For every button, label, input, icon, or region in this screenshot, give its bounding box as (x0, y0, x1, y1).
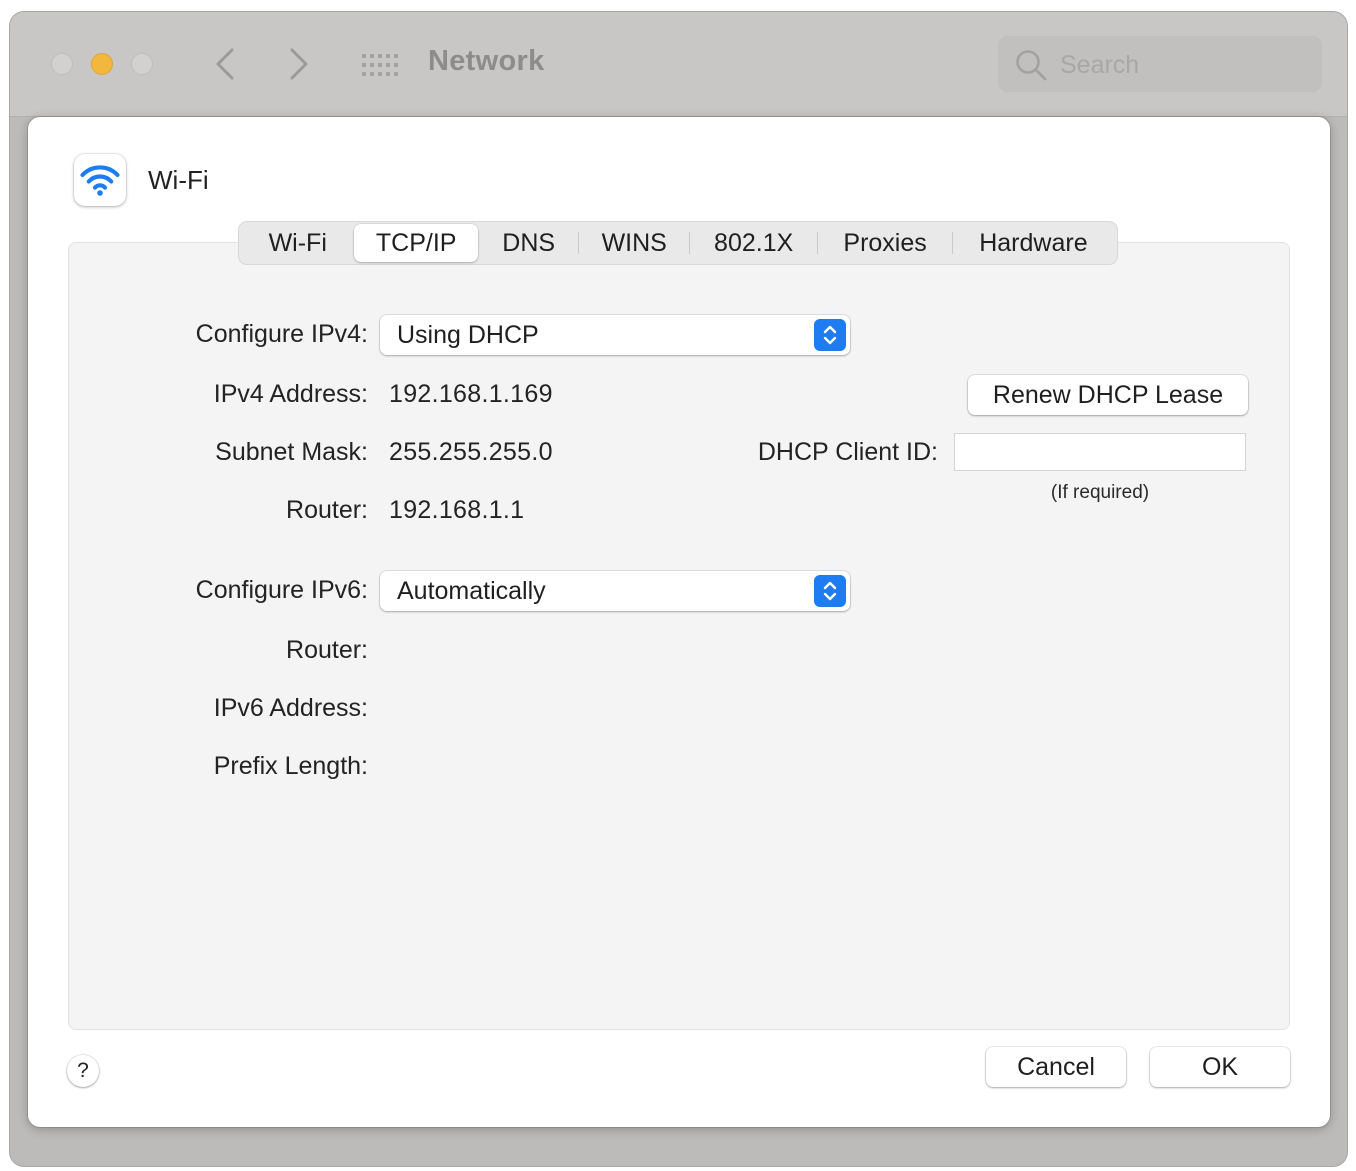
configure-ipv6-popup[interactable]: Automatically (380, 571, 850, 611)
configure-ipv6-value: Automatically (397, 577, 546, 605)
search-placeholder: Search (1060, 51, 1140, 79)
show-all-grid-icon[interactable] (360, 52, 400, 78)
tab-802-1x[interactable]: 802.1X (690, 224, 817, 262)
minimize-window-button[interactable] (91, 53, 113, 75)
search-field[interactable]: Search (998, 36, 1322, 92)
ok-button[interactable]: OK (1150, 1047, 1290, 1087)
ipv4-router-label: Router: (286, 496, 368, 524)
renew-dhcp-lease-button[interactable]: Renew DHCP Lease (968, 375, 1248, 415)
service-name: Wi-Fi (148, 165, 209, 195)
dhcp-client-id-label: DHCP Client ID: (757, 438, 938, 466)
subnet-mask-label: Subnet Mask: (215, 438, 368, 466)
configure-ipv4-popup[interactable]: Using DHCP (380, 315, 850, 355)
dhcp-client-id-field[interactable] (954, 433, 1246, 471)
title-bar: Network Search (10, 12, 1347, 117)
forward-chevron-icon[interactable] (284, 46, 314, 82)
close-window-button[interactable] (51, 53, 73, 75)
configure-ipv6-label: Configure IPv6: (195, 576, 368, 604)
settings-tab-bar: Wi-Fi TCP/IP DNS WINS 802.1X Proxies Hardware (238, 221, 1118, 265)
ipv4-router-value: 192.168.1.1 (389, 496, 525, 524)
if-required-hint: (If required) (1050, 482, 1150, 503)
tab-wi-fi[interactable]: Wi-Fi (242, 224, 353, 262)
ipv4-address-label: IPv4 Address: (213, 380, 368, 408)
cancel-button[interactable]: Cancel (986, 1047, 1126, 1087)
help-button[interactable]: ? (67, 1055, 99, 1087)
updown-chevron-icon (814, 319, 846, 351)
tab-wins[interactable]: WINS (579, 224, 689, 262)
configure-ipv4-value: Using DHCP (397, 321, 539, 349)
ipv6-address-label: IPv6 Address: (213, 694, 368, 722)
configure-ipv4-label: Configure IPv4: (195, 320, 368, 348)
tab-proxies[interactable]: Proxies (818, 224, 951, 262)
updown-chevron-icon (814, 575, 846, 607)
ipv6-router-label: Router: (286, 636, 368, 664)
advanced-settings-sheet: Wi-Fi Wi-Fi TCP/IP DNS WINS 802.1X Proxies Har… (28, 117, 1330, 1127)
search-icon (1014, 48, 1048, 82)
zoom-window-button[interactable] (131, 53, 153, 75)
tab-dns[interactable]: DNS (479, 224, 579, 262)
back-chevron-icon[interactable] (210, 46, 240, 82)
prefix-length-label: Prefix Length: (213, 752, 368, 780)
tab-hardware[interactable]: Hardware (953, 224, 1114, 262)
window-title: Network (428, 45, 545, 77)
ipv4-address-value: 192.168.1.169 (389, 380, 553, 408)
wifi-icon (74, 154, 126, 206)
tab-tcp-ip[interactable]: TCP/IP (354, 224, 478, 262)
subnet-mask-value: 255.255.255.0 (389, 438, 553, 466)
